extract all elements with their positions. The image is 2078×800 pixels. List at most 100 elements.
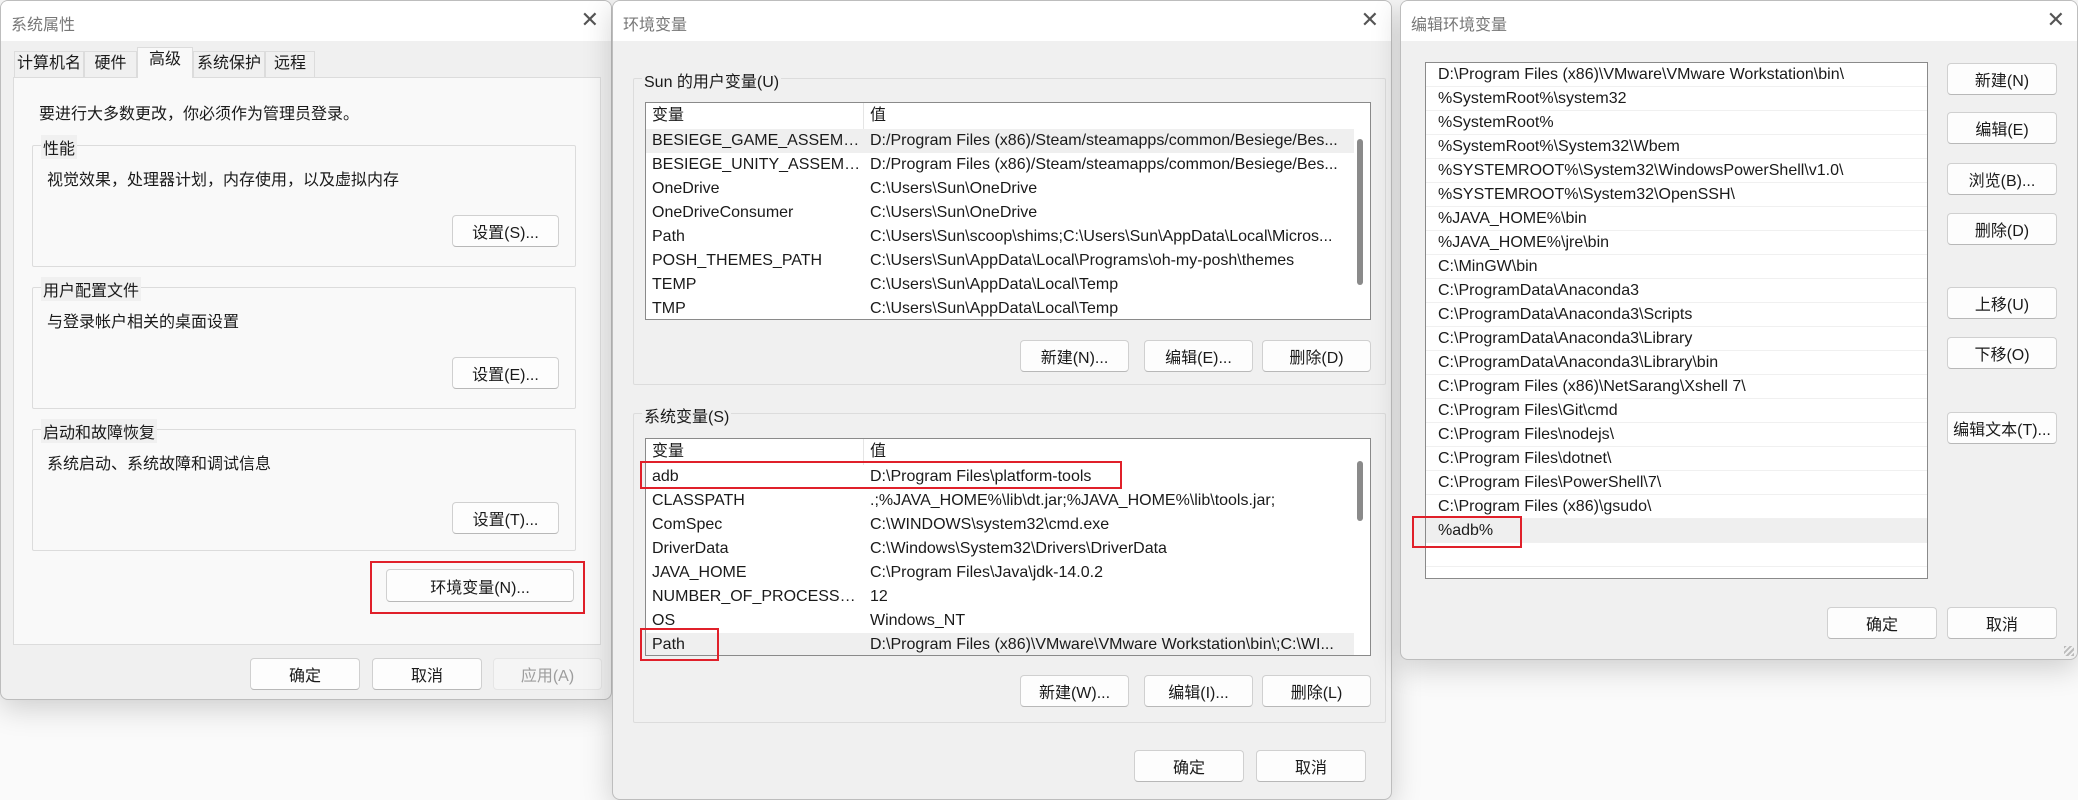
startup-recovery-group: 启动和故障恢复 系统启动、系统故障和调试信息 设置(T)... (32, 419, 576, 551)
path-entry[interactable]: C:\Program Files\Git\cmd (1426, 399, 1927, 423)
tab-computer-name[interactable]: 计算机名 (14, 51, 84, 77)
table-row[interactable]: NUMBER_OF_PROCESSORS 12 (646, 585, 1354, 609)
admin-note: 要进行大多数更改，你必须作为管理员登录。 (39, 106, 360, 123)
close-icon[interactable]: ✕ (1361, 7, 1379, 33)
startup-settings-button[interactable]: 设置(T)... (452, 502, 559, 534)
variable-value: C:\Users\Sun\OneDrive (870, 204, 1038, 221)
tab-hardware[interactable]: 硬件 (84, 51, 137, 77)
user-edit-button[interactable]: 编辑(E)... (1144, 340, 1253, 372)
title-bar: 编辑环境变量 ✕ (1401, 1, 2077, 41)
path-entry[interactable]: %SystemRoot%\system32 (1426, 87, 1927, 111)
path-entries-list[interactable]: D:\Program Files (x86)\VMware\VMware Wor… (1425, 62, 1928, 579)
table-row[interactable]: CLASSPATH .;%JAVA_HOME%\lib\dt.jar;%JAVA_… (646, 489, 1354, 513)
tab-advanced[interactable]: 高级 (137, 47, 193, 78)
user-profiles-settings-button[interactable]: 设置(E)... (452, 357, 559, 389)
path-entry[interactable]: C:\Program Files (x86)\NetSarang\Xshell … (1426, 375, 1927, 399)
variable-value: Windows_NT (870, 612, 966, 629)
column-divider[interactable] (863, 103, 864, 129)
path-entry[interactable]: %SystemRoot%\System32\Wbem (1426, 135, 1927, 159)
table-row[interactable]: POSH_THEMES_PATH C:\Users\Sun\AppData\Loc… (646, 249, 1354, 273)
apply-button[interactable]: 应用(A) (493, 658, 602, 690)
delete-entry-button[interactable]: 删除(D) (1947, 213, 2057, 245)
path-entry[interactable]: C:\Program Files\PowerShell\7\ (1426, 471, 1927, 495)
column-value[interactable]: 值 (870, 103, 886, 129)
cancel-button[interactable]: 取消 (1947, 607, 2057, 639)
variable-name: OneDriveConsumer (652, 204, 794, 221)
variable-value: .;%JAVA_HOME%\lib\dt.jar;%JAVA_HOME%\lib… (870, 492, 1276, 509)
table-row[interactable]: OneDrive C:\Users\Sun\OneDrive (646, 177, 1354, 201)
path-entry[interactable]: C:\ProgramData\Anaconda3\Library (1426, 327, 1927, 351)
adb-highlight-box (640, 461, 1122, 489)
table-row[interactable]: TEMP C:\Users\Sun\AppData\Local\Temp (646, 273, 1354, 297)
table-row[interactable]: ComSpec C:\WINDOWS\system32\cmd.exe (646, 513, 1354, 537)
user-variables-label: Sun 的用户变量(U) (642, 68, 782, 92)
path-entry[interactable]: %SYSTEMROOT%\System32\WindowsPowerShell\… (1426, 159, 1927, 183)
tab-remote[interactable]: 远程 (265, 51, 315, 77)
variable-value: C:\Users\Sun\AppData\Local\Programs\oh-m… (870, 252, 1295, 269)
system-new-button[interactable]: 新建(W)... (1020, 675, 1129, 707)
variable-name: CLASSPATH (652, 492, 745, 509)
column-variable[interactable]: 变量 (652, 103, 684, 129)
title-bar: 系统属性 ✕ (1, 1, 611, 41)
table-row[interactable]: DriverData C:\Windows\System32\Drivers\Dr… (646, 537, 1354, 561)
browse-button[interactable]: 浏览(B)... (1947, 163, 2057, 195)
table-row[interactable]: Path D:\Program Files (x86)\VMware\VMware… (646, 633, 1354, 655)
performance-label: 性能 (41, 135, 78, 159)
variable-value: D:/Program Files (x86)/Steam/steamapps/c… (870, 132, 1338, 149)
path-entry[interactable]: C:\MinGW\bin (1426, 255, 1927, 279)
variable-value: C:\Program Files\Java\jdk-14.0.2 (870, 564, 1103, 581)
tab-system-protection[interactable]: 系统保护 (193, 51, 265, 77)
scrollbar[interactable] (1357, 461, 1363, 521)
title-bar: 环境变量 ✕ (613, 1, 1391, 41)
performance-settings-button[interactable]: 设置(S)... (452, 215, 559, 247)
ok-button[interactable]: 确定 (1827, 607, 1937, 639)
variable-name: BESIEGE_UNITY_ASSEMBLIES (652, 156, 864, 173)
new-entry-button[interactable]: 新建(N) (1947, 63, 2057, 95)
system-variables-label: 系统变量(S) (642, 403, 732, 427)
scrollbar[interactable] (1357, 139, 1363, 285)
variable-value: D:/Program Files (x86)/Steam/steamapps/c… (870, 156, 1338, 173)
path-entry[interactable]: %JAVA_HOME%\jre\bin (1426, 231, 1927, 255)
table-row[interactable]: TMP C:\Users\Sun\AppData\Local\Temp (646, 297, 1354, 319)
move-down-button[interactable]: 下移(O) (1947, 337, 2057, 369)
system-edit-button[interactable]: 编辑(I)... (1144, 675, 1253, 707)
path-entry[interactable]: D:\Program Files (x86)\VMware\VMware Wor… (1426, 63, 1927, 87)
variable-name: TMP (652, 300, 686, 317)
table-row[interactable]: OneDriveConsumer C:\Users\Sun\OneDrive (646, 201, 1354, 225)
variable-name: POSH_THEMES_PATH (652, 252, 823, 269)
edit-entry-button[interactable]: 编辑(E) (1947, 112, 2057, 144)
ok-button[interactable]: 确定 (250, 658, 360, 690)
cancel-button[interactable]: 取消 (1256, 750, 1366, 782)
table-row[interactable]: OS Windows_NT (646, 609, 1354, 633)
cancel-button[interactable]: 取消 (372, 658, 482, 690)
variable-name: OneDrive (652, 180, 720, 197)
table-row[interactable]: BESIEGE_GAME_ASSEMBLIES D:/Program Files … (646, 129, 1354, 153)
edit-text-button[interactable]: 编辑文本(T)... (1947, 412, 2057, 444)
close-icon[interactable]: ✕ (2047, 7, 2065, 33)
path-entry[interactable]: %SystemRoot% (1426, 111, 1927, 135)
table-row[interactable]: Path C:\Users\Sun\scoop\shims;C:\Users\Su… (646, 225, 1354, 249)
table-row[interactable]: BESIEGE_UNITY_ASSEMBLIES D:/Program Files… (646, 153, 1354, 177)
ok-button[interactable]: 确定 (1134, 750, 1244, 782)
path-entry[interactable]: C:\Program Files\dotnet\ (1426, 447, 1927, 471)
variable-name: BESIEGE_GAME_ASSEMBLIES (652, 132, 864, 149)
user-delete-button[interactable]: 删除(D) (1262, 340, 1371, 372)
empty-row[interactable] (1426, 567, 1927, 578)
variable-name: JAVA_HOME (652, 564, 747, 581)
path-entry[interactable]: C:\ProgramData\Anaconda3\Library\bin (1426, 351, 1927, 375)
move-up-button[interactable]: 上移(U) (1947, 287, 2057, 319)
path-entry[interactable]: %SYSTEMROOT%\System32\OpenSSH\ (1426, 183, 1927, 207)
variable-name: ComSpec (652, 516, 723, 533)
user-variables-list[interactable]: 变量 值 BESIEGE_GAME_ASSEMBLIES D:/Program F… (645, 102, 1371, 320)
user-new-button[interactable]: 新建(N)... (1020, 340, 1129, 372)
path-entry[interactable]: C:\ProgramData\Anaconda3 (1426, 279, 1927, 303)
highlight-box (370, 561, 585, 614)
table-row[interactable]: JAVA_HOME C:\Program Files\Java\jdk-14.0.… (646, 561, 1354, 585)
resize-grip-icon[interactable] (2064, 646, 2074, 656)
path-entry[interactable]: %JAVA_HOME%\bin (1426, 207, 1927, 231)
close-icon[interactable]: ✕ (581, 7, 599, 33)
variable-value: C:\Windows\System32\Drivers\DriverData (870, 540, 1167, 557)
system-delete-button[interactable]: 删除(L) (1262, 675, 1371, 707)
path-entry[interactable]: C:\Program Files\nodejs\ (1426, 423, 1927, 447)
path-entry[interactable]: C:\ProgramData\Anaconda3\Scripts (1426, 303, 1927, 327)
